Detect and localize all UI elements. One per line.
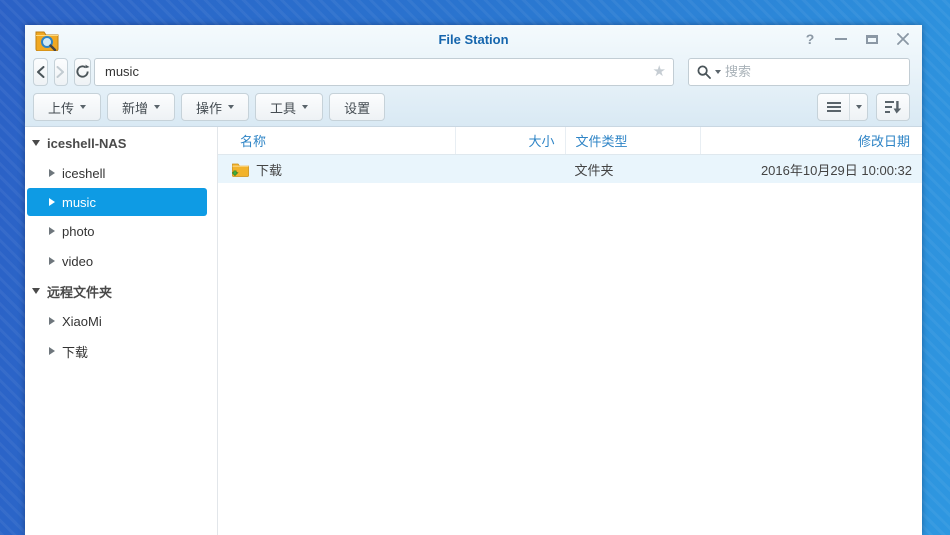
- file-modified-cell: 2016年10月29日 10:00:32: [700, 155, 923, 183]
- tools-button-label: 工具: [270, 98, 296, 117]
- window-controls: ?: [801, 30, 912, 48]
- back-button[interactable]: [33, 58, 48, 86]
- sidebar-item-label: iceshell: [62, 166, 105, 181]
- search-options-caret-icon[interactable]: [715, 70, 721, 74]
- expand-triangle-icon[interactable]: [49, 198, 55, 206]
- help-icon[interactable]: ?: [801, 30, 819, 48]
- shared-folder-icon: [232, 162, 249, 177]
- file-size-cell: [455, 155, 565, 183]
- section-label: iceshell-NAS: [47, 136, 126, 151]
- content-area: iceshell-NAS iceshell music photo video …: [25, 127, 922, 535]
- file-name-cell: 下载: [218, 155, 455, 183]
- settings-button[interactable]: 设置: [329, 93, 385, 121]
- expand-triangle-icon[interactable]: [49, 317, 55, 325]
- sidebar-item-label: 下载: [62, 342, 88, 361]
- sidebar-item-video[interactable]: video: [25, 246, 217, 276]
- file-list-header: 名称 大小 文件类型 修改日期: [218, 127, 922, 155]
- column-header-size[interactable]: 大小: [455, 127, 565, 154]
- column-header-name[interactable]: 名称: [218, 127, 455, 154]
- folder-tree-sidebar: iceshell-NAS iceshell music photo video …: [25, 127, 218, 535]
- sidebar-item-photo[interactable]: photo: [25, 216, 217, 246]
- file-list-panel: 名称 大小 文件类型 修改日期 下载 文件夹 2016年10月29日 10:00…: [218, 127, 922, 535]
- sidebar-item-xiaomi[interactable]: XiaoMi: [25, 306, 217, 336]
- chevron-down-icon: [154, 105, 160, 109]
- close-icon[interactable]: [894, 30, 912, 48]
- collapse-triangle-icon[interactable]: [32, 140, 40, 146]
- column-header-type[interactable]: 文件类型: [565, 127, 700, 154]
- list-view-icon[interactable]: [818, 94, 850, 120]
- action-button[interactable]: 操作: [181, 93, 249, 121]
- create-button-label: 新增: [122, 98, 148, 117]
- column-header-modified[interactable]: 修改日期: [700, 127, 923, 154]
- table-row[interactable]: 下载 文件夹 2016年10月29日 10:00:32: [218, 155, 922, 183]
- sidebar-section-remote-folders[interactable]: 远程文件夹: [25, 276, 217, 306]
- minimize-icon[interactable]: [832, 30, 850, 48]
- search-input[interactable]: [725, 64, 901, 79]
- sidebar-item-download[interactable]: 下载: [25, 336, 217, 366]
- view-mode-button[interactable]: [817, 93, 868, 121]
- upload-button-label: 上传: [48, 98, 74, 117]
- navigation-bar: ★: [25, 55, 922, 88]
- window-title: File Station: [25, 32, 922, 47]
- titlebar: File Station ?: [25, 25, 922, 55]
- sort-button[interactable]: [876, 93, 910, 121]
- search-box[interactable]: [688, 58, 910, 86]
- maximize-icon[interactable]: [863, 30, 881, 48]
- sidebar-item-music[interactable]: music: [27, 188, 207, 216]
- search-icon: [697, 65, 711, 79]
- upload-button[interactable]: 上传: [33, 93, 101, 121]
- expand-triangle-icon[interactable]: [49, 227, 55, 235]
- sidebar-section-iceshell-nas[interactable]: iceshell-NAS: [25, 128, 217, 158]
- settings-button-label: 设置: [344, 98, 370, 117]
- tools-button[interactable]: 工具: [255, 93, 323, 121]
- sidebar-item-label: video: [62, 254, 93, 269]
- sidebar-item-label: music: [62, 195, 96, 210]
- expand-triangle-icon[interactable]: [49, 169, 55, 177]
- window-header: File Station ?: [25, 25, 922, 127]
- view-mode-caret-icon[interactable]: [850, 94, 867, 120]
- sidebar-item-iceshell[interactable]: iceshell: [25, 158, 217, 188]
- file-station-window: File Station ?: [25, 25, 922, 535]
- path-input[interactable]: [94, 58, 674, 86]
- sidebar-item-label: XiaoMi: [62, 314, 102, 329]
- expand-triangle-icon[interactable]: [49, 257, 55, 265]
- refresh-button[interactable]: [74, 58, 91, 86]
- path-field-wrap: ★: [94, 58, 674, 86]
- sidebar-item-label: photo: [62, 224, 95, 239]
- chevron-down-icon: [80, 105, 86, 109]
- forward-button[interactable]: [54, 58, 69, 86]
- toolbar: 上传 新增 操作 工具 设置: [25, 88, 922, 126]
- chevron-down-icon: [302, 105, 308, 109]
- create-button[interactable]: 新增: [107, 93, 175, 121]
- file-name: 下载: [256, 160, 282, 179]
- file-type-cell: 文件夹: [565, 155, 700, 183]
- collapse-triangle-icon[interactable]: [32, 288, 40, 294]
- chevron-down-icon: [228, 105, 234, 109]
- section-label: 远程文件夹: [47, 282, 112, 301]
- favorite-star-icon[interactable]: ★: [653, 62, 666, 80]
- action-button-label: 操作: [196, 98, 222, 117]
- expand-triangle-icon[interactable]: [49, 347, 55, 355]
- sort-icon: [885, 100, 901, 114]
